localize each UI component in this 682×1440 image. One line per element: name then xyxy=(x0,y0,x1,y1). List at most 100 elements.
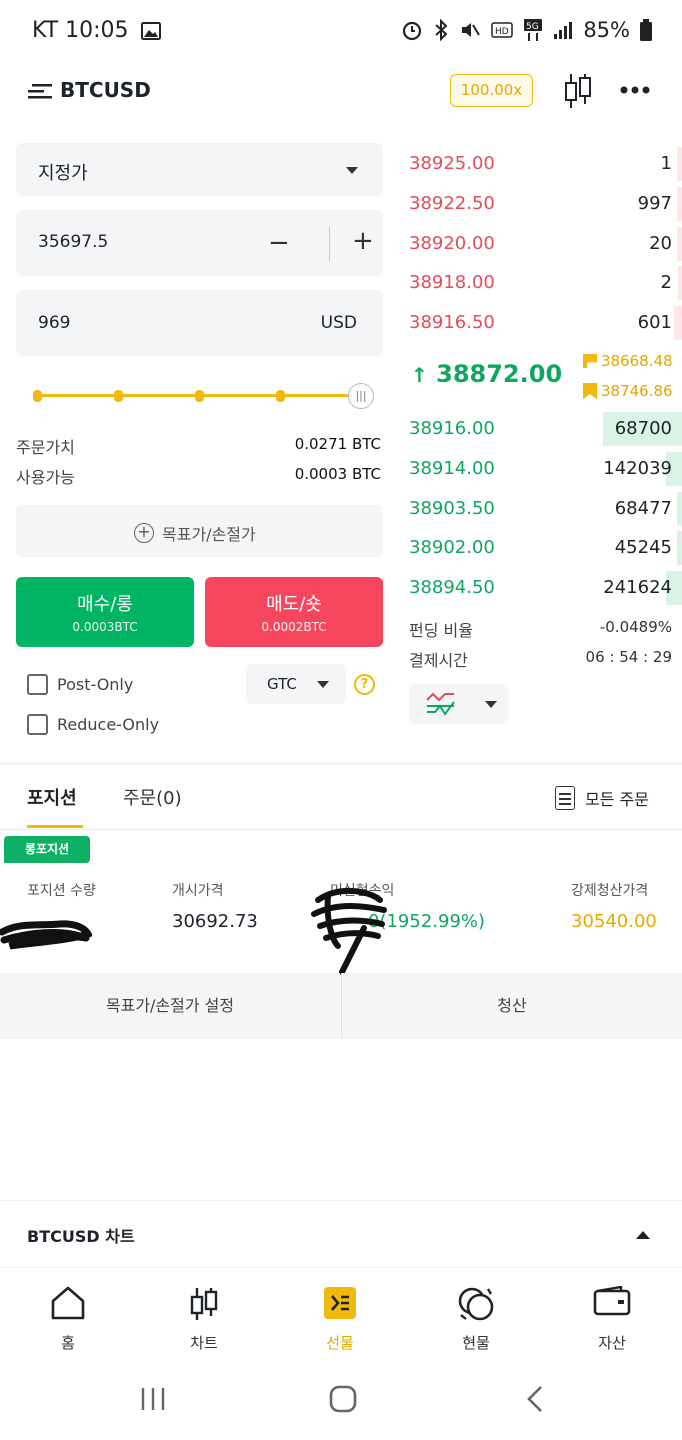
slider-step-0[interactable] xyxy=(33,390,42,402)
bid-quantity: 45245 xyxy=(614,537,672,559)
nav-assets-label: 자산 xyxy=(598,1334,626,1352)
carrier-time: KT 10:05 xyxy=(32,18,129,43)
ask-quantity: 601 xyxy=(637,312,672,334)
buy-long-button[interactable]: 매수/롱 0.0003BTC xyxy=(16,577,194,647)
bluetooth-icon xyxy=(435,19,448,41)
nav-home[interactable]: 홈 xyxy=(0,1268,136,1368)
post-only-checkbox[interactable] xyxy=(27,674,48,695)
hd-icon: HD xyxy=(491,22,514,38)
bottom-nav: 홈 차트 선물 현물 자산 xyxy=(0,1267,682,1367)
funding-rate-value: -0.0489% xyxy=(599,618,672,636)
slider-step-25[interactable] xyxy=(114,390,123,402)
price-increment-button[interactable]: + xyxy=(352,226,374,256)
tab-positions[interactable]: 포지션 xyxy=(27,784,77,810)
close-position-button[interactable]: 청산 xyxy=(342,973,682,1039)
back-icon[interactable] xyxy=(526,1385,544,1413)
depth-view-select[interactable] xyxy=(409,684,509,724)
nav-chart-label: 차트 xyxy=(190,1334,218,1352)
last-price-value: 38872.00 xyxy=(436,360,563,388)
bid-depth-bar xyxy=(677,531,682,566)
bid-depth-bar xyxy=(677,491,682,526)
reduce-only-label: Reduce-Only xyxy=(57,715,160,734)
ask-row[interactable]: 38918.00 2 xyxy=(409,264,682,304)
tif-value: GTC xyxy=(267,675,297,693)
buy-label: 매수/롱 xyxy=(77,594,133,615)
bid-row[interactable]: 38914.00 142039 xyxy=(409,450,682,490)
tpsl-label: 목표가/손절가 xyxy=(162,525,256,544)
futures-icon xyxy=(324,1287,356,1319)
help-icon[interactable]: ? xyxy=(354,674,375,695)
ask-row[interactable]: 38922.50 997 xyxy=(409,185,682,225)
sell-label: 매도/숏 xyxy=(266,594,322,615)
mute-icon xyxy=(462,23,481,37)
available-value: 0.0003 BTC xyxy=(294,465,381,483)
tpsl-button[interactable]: + 목표가/손절가 xyxy=(16,505,383,557)
ask-price: 38925.00 xyxy=(409,153,495,174)
ask-depth-bar xyxy=(677,186,682,221)
bookmark-icon xyxy=(583,383,597,399)
ask-depth-bar xyxy=(678,266,682,301)
all-orders-button[interactable]: 모든 주문 xyxy=(555,786,649,810)
order-value-label: 주문가치 xyxy=(16,438,75,457)
bid-row[interactable]: 38916.00 68700 xyxy=(409,410,682,450)
quantity-input[interactable]: 969 USD xyxy=(16,290,383,356)
slider-step-50[interactable] xyxy=(195,390,204,402)
price-input[interactable]: 35697.5 − + xyxy=(16,210,383,276)
ask-row[interactable]: 38916.50 601 xyxy=(409,304,682,344)
chevron-down-icon xyxy=(346,167,358,174)
svg-text:5G: 5G xyxy=(526,22,539,32)
symbol-title[interactable]: BTCUSD xyxy=(60,78,151,102)
bid-row[interactable]: 38894.50 241624 xyxy=(409,569,682,609)
tpsl-content: + 목표가/손절가 xyxy=(134,521,256,545)
bid-quantity: 68700 xyxy=(614,418,672,439)
ask-quantity: 20 xyxy=(649,232,672,254)
bid-row[interactable]: 38903.50 68477 xyxy=(409,490,682,530)
time-in-force-select[interactable]: GTC xyxy=(246,664,346,704)
svg-text:HD: HD xyxy=(495,27,509,37)
tab-orders[interactable]: 주문(0) xyxy=(123,784,182,810)
bid-row[interactable]: 38902.00 45245 xyxy=(409,529,682,569)
flag-icon xyxy=(583,354,597,368)
mark-price-value: 38668.48 xyxy=(601,352,673,370)
buy-amount: 0.0003BTC xyxy=(72,620,138,634)
slider-handle[interactable]: ||| xyxy=(348,383,374,409)
bid-quantity: 241624 xyxy=(603,577,672,599)
slider-step-75[interactable] xyxy=(276,390,285,402)
reduce-only-checkbox[interactable] xyxy=(27,714,48,735)
order-type-select[interactable]: 지정가 xyxy=(16,143,383,196)
available-label: 사용가능 xyxy=(16,468,75,487)
home-button-icon[interactable] xyxy=(329,1385,357,1413)
stepper-divider xyxy=(329,227,330,261)
order-type-value: 지정가 xyxy=(38,163,88,184)
more-icon[interactable] xyxy=(620,86,650,94)
order-value: 0.0271 BTC xyxy=(294,435,381,453)
section-divider xyxy=(0,762,682,765)
status-right: HD 5G 85% xyxy=(401,18,652,42)
wallet-icon xyxy=(593,1286,631,1316)
nav-assets[interactable]: 자산 xyxy=(544,1268,680,1368)
candlestick-icon[interactable] xyxy=(564,72,592,110)
nav-spot[interactable]: 현물 xyxy=(408,1268,544,1368)
index-price-value: 38746.86 xyxy=(601,382,673,400)
recent-apps-icon[interactable] xyxy=(140,1386,166,1412)
funding-rate-label: 펀딩 비율 xyxy=(409,621,473,640)
ask-price: 38922.50 xyxy=(409,192,495,214)
add-circle-icon: + xyxy=(134,523,154,543)
nav-home-label: 홈 xyxy=(61,1334,75,1352)
leverage-button[interactable]: 100.00x xyxy=(450,74,533,107)
signal-icon xyxy=(554,22,573,39)
system-nav-bar xyxy=(0,1368,682,1440)
set-tpsl-button[interactable]: 목표가/손절가 설정 xyxy=(0,973,340,1039)
depth-mode-icon xyxy=(426,692,455,716)
nav-chart[interactable]: 차트 xyxy=(136,1268,272,1368)
ask-row[interactable]: 38925.00 1 xyxy=(409,145,682,185)
long-position-badge: 롱포지션 xyxy=(4,836,90,863)
tabs-divider xyxy=(0,829,682,830)
sell-short-button[interactable]: 매도/숏 0.0002BTC xyxy=(205,577,383,647)
price-decrement-button[interactable]: − xyxy=(268,228,290,258)
chart-section-toggle[interactable]: BTCUSD 차트 xyxy=(0,1200,682,1266)
menu-icon[interactable] xyxy=(28,80,54,102)
liquidation-price-value: 30540.00 xyxy=(571,911,657,932)
nav-futures[interactable]: 선물 xyxy=(272,1268,408,1368)
ask-row[interactable]: 38920.00 20 xyxy=(409,225,682,265)
